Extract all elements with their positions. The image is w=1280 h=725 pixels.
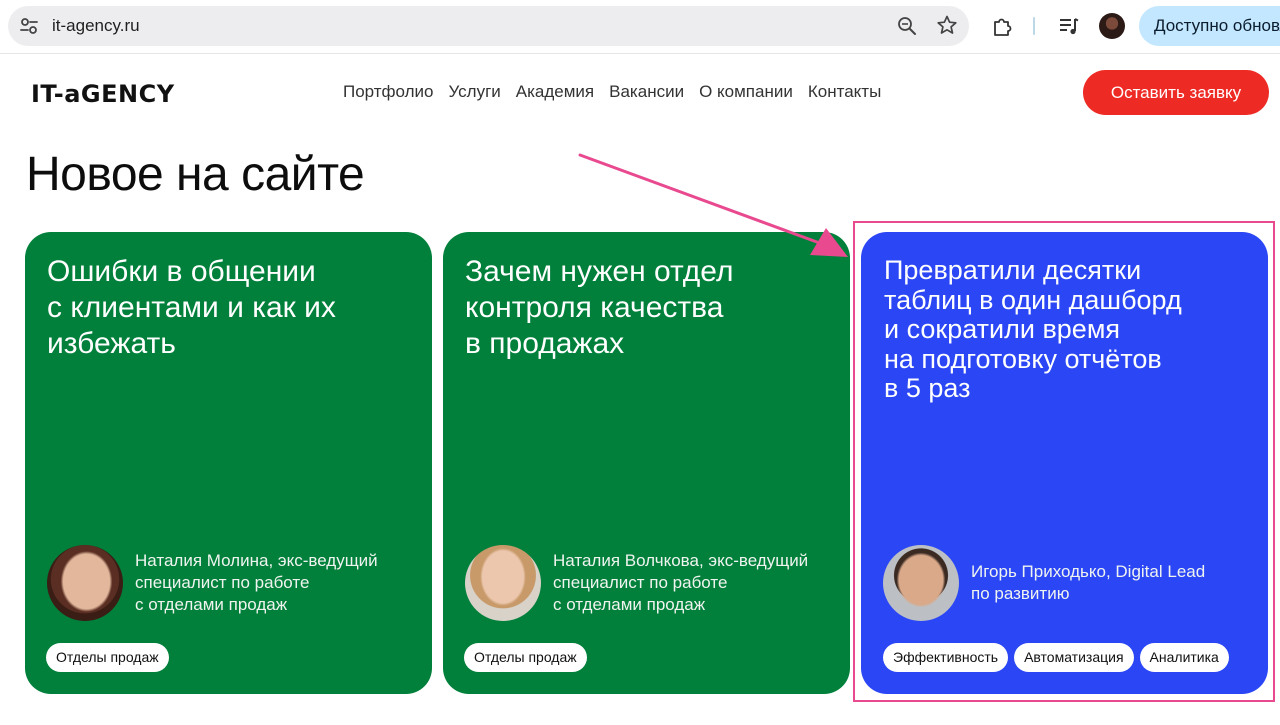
toolbar-divider — [1033, 17, 1035, 35]
nav-portfolio[interactable]: Портфолио — [343, 82, 433, 102]
leave-request-button[interactable]: Оставить заявку — [1083, 70, 1269, 115]
nav-contacts[interactable]: Контакты — [808, 82, 881, 102]
site-logo[interactable]: IT-aGENCY — [31, 80, 175, 108]
media-icon[interactable] — [1057, 14, 1081, 38]
article-card[interactable]: Ошибки в общении с клиентами и как их из… — [25, 232, 432, 694]
profile-avatar[interactable] — [1099, 13, 1125, 39]
tag-chip[interactable]: Отделы продаж — [464, 643, 587, 672]
tag-chip[interactable]: Отделы продаж — [46, 643, 169, 672]
author-caption: Наталия Волчкова, экс-ведущий специалист… — [553, 551, 809, 614]
annotation-arrow — [578, 153, 848, 257]
star-icon[interactable] — [936, 14, 958, 36]
card-tags: Отделы продаж — [464, 643, 587, 672]
address-bar[interactable]: it-agency.ru — [8, 6, 969, 46]
author-avatar — [47, 545, 123, 621]
nav-services[interactable]: Услуги — [448, 82, 500, 102]
author-avatar — [465, 545, 541, 621]
card-author: Наталия Молина, экс-ведущий специалист п… — [47, 545, 378, 621]
page-title: Новое на сайте — [26, 148, 365, 201]
browser-toolbar: it-agency.ru Доступно обновление — [0, 0, 1280, 54]
card-title[interactable]: Ошибки в общении с клиентами и как их из… — [47, 254, 336, 362]
author-caption: Наталия Молина, экс-ведущий специалист п… — [135, 551, 378, 614]
article-card[interactable]: Зачем нужен отдел контроля качества в пр… — [443, 232, 850, 694]
nav-academy[interactable]: Академия — [516, 82, 594, 102]
highlight-frame — [853, 221, 1275, 702]
nav-vacancies[interactable]: Вакансии — [609, 82, 684, 102]
nav-about[interactable]: О компании — [699, 82, 793, 102]
main-nav: Портфолио Услуги Академия Вакансии О ком… — [343, 82, 881, 102]
zoom-icon[interactable] — [896, 15, 918, 37]
tune-icon[interactable] — [18, 15, 40, 37]
extensions-icon[interactable] — [990, 14, 1014, 38]
update-button[interactable]: Доступно обновление — [1139, 6, 1280, 46]
card-title[interactable]: Зачем нужен отдел контроля качества в пр… — [465, 254, 733, 362]
url-text[interactable]: it-agency.ru — [52, 16, 140, 36]
card-author: Наталия Волчкова, экс-ведущий специалист… — [465, 545, 808, 621]
card-tags: Отделы продаж — [46, 643, 169, 672]
